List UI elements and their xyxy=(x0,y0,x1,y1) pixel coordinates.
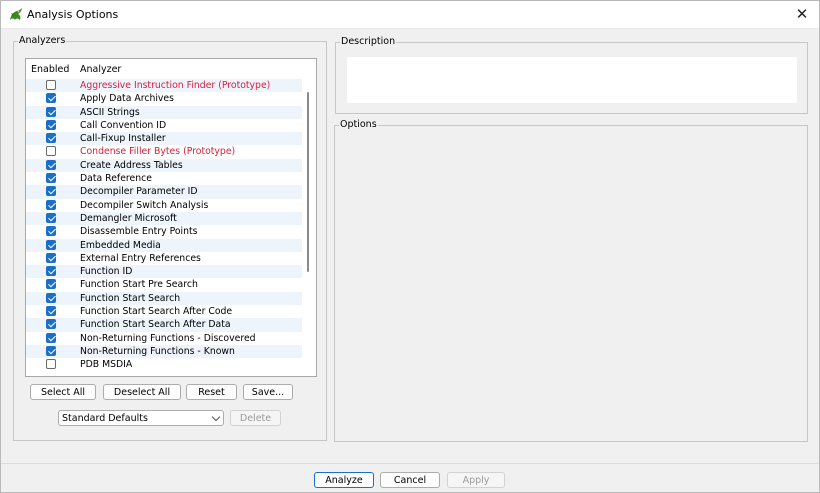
delete-button[interactable]: Delete xyxy=(230,410,281,426)
analyzer-name: Call-Fixup Installer xyxy=(80,133,166,145)
footer-divider xyxy=(1,463,819,464)
analyzer-name: External Entry References xyxy=(80,252,201,264)
table-row[interactable]: Disassemble Entry Points xyxy=(26,225,302,238)
analyzer-name: Function Start Search xyxy=(80,292,181,304)
table-row[interactable]: Condense Filler Bytes (Prototype) xyxy=(26,145,302,158)
enabled-checkbox[interactable] xyxy=(46,319,56,330)
enabled-checkbox[interactable] xyxy=(46,146,56,157)
table-row[interactable]: Call-Fixup Installer xyxy=(26,132,302,146)
analyzer-name: Apply Data Archives xyxy=(80,93,174,105)
options-legend: Options xyxy=(340,119,377,130)
enabled-checkbox[interactable] xyxy=(46,266,56,277)
analyzer-name: Non-Returning Functions - Discovered xyxy=(80,332,256,344)
table-row[interactable]: External Entry References xyxy=(26,252,302,265)
cancel-button[interactable]: Cancel xyxy=(380,472,440,488)
analyzer-name: Aggressive Instruction Finder (Prototype… xyxy=(80,80,271,91)
enabled-checkbox[interactable] xyxy=(46,239,56,250)
table-row[interactable]: Function Start Search After Data xyxy=(26,318,302,332)
enabled-checkbox[interactable] xyxy=(46,93,56,104)
analyzer-name: Non-Returning Functions - Known xyxy=(80,345,235,357)
table-row[interactable]: Call Convention ID xyxy=(26,119,302,132)
save-button[interactable]: Save... xyxy=(243,384,293,400)
dragon-icon xyxy=(10,8,22,20)
table-row[interactable]: Non-Returning Functions - Discovered xyxy=(26,332,302,345)
analyzer-name: PDB MSDIA xyxy=(80,359,133,371)
enabled-checkbox[interactable] xyxy=(46,159,56,170)
table-row[interactable]: Embedded Media xyxy=(26,238,302,252)
enabled-checkbox[interactable] xyxy=(46,199,56,210)
apply-button[interactable]: Apply xyxy=(447,472,505,488)
window-title: Analysis Options xyxy=(27,8,119,21)
analysis-options-window: Analysis Options ✕ Analyzers Enabled Ana… xyxy=(0,0,820,493)
table-row[interactable]: Non-Returning Functions - Known xyxy=(26,344,302,359)
enabled-checkbox[interactable] xyxy=(46,252,56,263)
table-row[interactable]: PDB MSDIA xyxy=(26,358,302,371)
table-row[interactable]: Function ID xyxy=(26,265,302,279)
analyze-button[interactable]: Analyze xyxy=(314,472,374,488)
analyzer-name: Decompiler Switch Analysis xyxy=(80,199,209,211)
reset-button[interactable]: Reset xyxy=(186,384,237,400)
description-text-area xyxy=(347,57,797,103)
table-row[interactable]: Aggressive Instruction Finder (Prototype… xyxy=(26,79,302,93)
enabled-checkbox[interactable] xyxy=(46,292,56,303)
enabled-checkbox[interactable] xyxy=(46,359,56,370)
enabled-checkbox[interactable] xyxy=(46,133,56,144)
title-bar: Analysis Options ✕ xyxy=(1,1,819,29)
enabled-checkbox[interactable] xyxy=(46,80,56,90)
enabled-checkbox[interactable] xyxy=(46,279,56,290)
table-row[interactable]: Apply Data Archives xyxy=(26,92,302,105)
analyzer-name: Call Convention ID xyxy=(80,119,167,131)
enabled-checkbox[interactable] xyxy=(46,332,56,343)
table-row[interactable]: ASCII Strings xyxy=(26,105,302,119)
deselect-all-button[interactable]: Deselect All xyxy=(103,384,181,400)
description-legend: Description xyxy=(341,36,396,47)
enabled-checkbox[interactable] xyxy=(46,345,56,356)
options-group: Options xyxy=(334,120,808,442)
column-header-enabled[interactable]: Enabled xyxy=(31,64,69,75)
analyzers-table[interactable]: Enabled Analyzer Aggressive Instruction … xyxy=(25,58,317,377)
table-row[interactable]: Create Address Tables xyxy=(26,158,302,173)
table-header: Enabled Analyzer xyxy=(26,59,316,79)
table-row[interactable]: Function Start Search After Code xyxy=(26,305,302,318)
enabled-checkbox[interactable] xyxy=(46,106,56,117)
enabled-checkbox[interactable] xyxy=(46,173,56,184)
table-row[interactable]: Decompiler Switch Analysis xyxy=(26,199,302,212)
analyzer-name: Function Start Search After Data xyxy=(80,319,231,331)
column-header-analyzer[interactable]: Analyzer xyxy=(80,64,121,75)
analyzer-name: ASCII Strings xyxy=(80,106,140,118)
enabled-checkbox[interactable] xyxy=(46,212,56,223)
analyzer-rows: Aggressive Instruction Finder (Prototype… xyxy=(26,79,302,372)
analyzer-name: Function ID xyxy=(80,266,133,278)
profile-select[interactable]: Standard Defaults xyxy=(58,410,224,426)
table-row[interactable]: Demangler Microsoft xyxy=(26,211,302,226)
table-row[interactable]: Data Reference xyxy=(26,172,302,185)
close-icon[interactable]: ✕ xyxy=(791,4,813,24)
enabled-checkbox[interactable] xyxy=(46,226,56,237)
analyzer-name: Decompiler Parameter ID xyxy=(80,186,198,198)
profile-select-value: Standard Defaults xyxy=(62,413,148,424)
analyzer-name: Function Start Pre Search xyxy=(80,279,198,291)
vertical-scrollbar[interactable] xyxy=(307,92,309,272)
chevron-down-icon xyxy=(211,412,221,422)
enabled-checkbox[interactable] xyxy=(46,119,56,130)
analyzer-name: Function Start Search After Code xyxy=(80,306,233,318)
enabled-checkbox[interactable] xyxy=(46,306,56,317)
analyzer-name: Data Reference xyxy=(80,173,152,185)
table-row[interactable]: Decompiler Parameter ID xyxy=(26,185,302,199)
select-all-button[interactable]: Select All xyxy=(30,384,96,400)
analyzers-legend: Analyzers xyxy=(19,35,66,46)
table-row[interactable]: Function Start Pre Search xyxy=(26,278,302,291)
enabled-checkbox[interactable] xyxy=(46,186,56,197)
analyzer-name: Demangler Microsoft xyxy=(80,212,177,224)
analyzer-name: Create Address Tables xyxy=(80,159,183,171)
table-row[interactable]: Function Start Search xyxy=(26,291,302,306)
analyzer-name: Condense Filler Bytes (Prototype) xyxy=(80,146,236,158)
analyzer-name: Embedded Media xyxy=(80,239,161,251)
analyzer-name: Disassemble Entry Points xyxy=(80,226,198,238)
